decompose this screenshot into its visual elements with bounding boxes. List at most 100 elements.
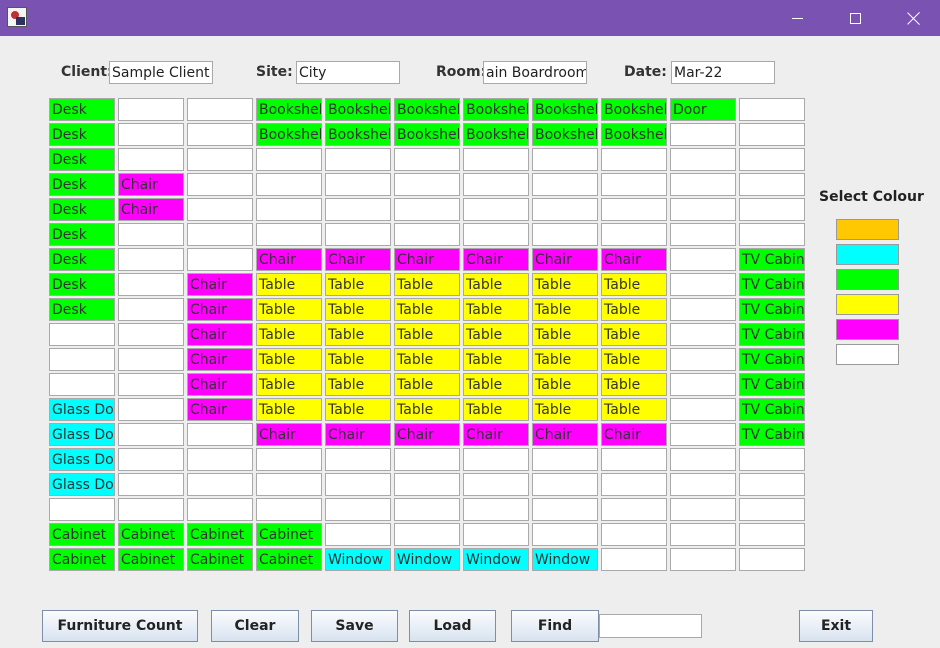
grid-cell[interactable] (325, 523, 391, 546)
grid-cell[interactable]: Table (256, 398, 322, 421)
grid-cell[interactable] (256, 173, 322, 196)
grid-cell[interactable] (670, 198, 736, 221)
grid-cell[interactable] (394, 223, 460, 246)
grid-cell[interactable]: Table (601, 273, 667, 296)
grid-cell[interactable] (739, 448, 805, 471)
grid-cell[interactable]: Chair (256, 423, 322, 446)
grid-cell[interactable] (49, 373, 115, 396)
grid-cell[interactable]: Table (463, 323, 529, 346)
grid-cell[interactable]: Glass Door (49, 448, 115, 471)
grid-cell[interactable] (463, 473, 529, 496)
grid-cell[interactable] (670, 373, 736, 396)
grid-cell[interactable] (601, 448, 667, 471)
grid-cell[interactable] (118, 298, 184, 321)
grid-cell[interactable]: Desk (49, 198, 115, 221)
grid-cell[interactable]: Chair (532, 248, 598, 271)
client-field[interactable]: Sample Client (109, 61, 213, 84)
grid-cell[interactable] (325, 223, 391, 246)
grid-cell[interactable] (601, 473, 667, 496)
grid-cell[interactable]: TV Cabinet (739, 398, 805, 421)
grid-cell[interactable]: Chair (463, 248, 529, 271)
grid-cell[interactable] (670, 323, 736, 346)
grid-cell[interactable]: Chair (187, 323, 253, 346)
maximize-button[interactable] (826, 0, 884, 36)
grid-cell[interactable]: Bookshelf (532, 98, 598, 121)
grid-cell[interactable]: Bookshelf (463, 123, 529, 146)
grid-cell[interactable]: Table (601, 323, 667, 346)
clear-button[interactable]: Clear (211, 610, 299, 642)
grid-cell[interactable]: Desk (49, 123, 115, 146)
grid-cell[interactable]: Table (601, 348, 667, 371)
grid-cell[interactable]: Chair (601, 248, 667, 271)
grid-cell[interactable]: Chair (118, 198, 184, 221)
grid-cell[interactable] (118, 98, 184, 121)
grid-cell[interactable]: Cabinet (187, 523, 253, 546)
grid-cell[interactable] (256, 473, 322, 496)
grid-cell[interactable] (325, 148, 391, 171)
grid-cell[interactable]: Chair (187, 273, 253, 296)
grid-cell[interactable]: Bookshelf (256, 123, 322, 146)
grid-cell[interactable]: Glass Door (49, 473, 115, 496)
grid-cell[interactable] (670, 398, 736, 421)
grid-cell[interactable] (739, 173, 805, 196)
grid-cell[interactable]: Window (463, 548, 529, 571)
grid-cell[interactable]: Table (532, 273, 598, 296)
grid-cell[interactable] (670, 348, 736, 371)
grid-cell[interactable]: Table (256, 373, 322, 396)
grid-cell[interactable] (394, 448, 460, 471)
grid-cell[interactable] (325, 173, 391, 196)
grid-cell[interactable]: Table (325, 373, 391, 396)
load-button[interactable]: Load (409, 610, 496, 642)
grid-cell[interactable]: Table (325, 348, 391, 371)
grid-cell[interactable]: TV Cabinet (739, 248, 805, 271)
grid-cell[interactable] (256, 148, 322, 171)
grid-cell[interactable]: Table (394, 373, 460, 396)
grid-cell[interactable]: Glass Door (49, 398, 115, 421)
grid-cell[interactable] (463, 448, 529, 471)
grid-cell[interactable] (325, 498, 391, 521)
minimize-button[interactable] (768, 0, 826, 36)
grid-cell[interactable] (463, 173, 529, 196)
grid-cell[interactable]: Bookshelf (325, 123, 391, 146)
grid-cell[interactable] (463, 523, 529, 546)
grid-cell[interactable]: Table (601, 398, 667, 421)
grid-cell[interactable] (256, 498, 322, 521)
grid-cell[interactable] (670, 523, 736, 546)
grid-cell[interactable]: Table (463, 398, 529, 421)
furniture-count-button[interactable]: Furniture Count (42, 610, 198, 642)
grid-cell[interactable] (601, 198, 667, 221)
grid-cell[interactable] (394, 523, 460, 546)
grid-cell[interactable]: Table (532, 298, 598, 321)
grid-cell[interactable]: Chair (601, 423, 667, 446)
grid-cell[interactable] (118, 448, 184, 471)
grid-cell[interactable]: Chair (118, 173, 184, 196)
grid-cell[interactable] (118, 323, 184, 346)
find-input[interactable] (599, 614, 702, 638)
grid-cell[interactable]: Bookshelf (601, 98, 667, 121)
grid-cell[interactable] (187, 148, 253, 171)
grid-cell[interactable] (670, 248, 736, 271)
grid-cell[interactable]: Chair (463, 423, 529, 446)
grid-cell[interactable]: Bookshelf (256, 98, 322, 121)
grid-cell[interactable] (670, 448, 736, 471)
grid-cell[interactable]: Door (670, 98, 736, 121)
grid-cell[interactable]: Table (394, 273, 460, 296)
grid-cell[interactable] (187, 448, 253, 471)
grid-cell[interactable] (325, 473, 391, 496)
grid-cell[interactable] (187, 498, 253, 521)
grid-cell[interactable]: Table (325, 298, 391, 321)
site-field[interactable]: City (296, 61, 400, 84)
grid-cell[interactable]: Window (394, 548, 460, 571)
grid-cell[interactable]: Table (532, 373, 598, 396)
grid-cell[interactable] (601, 548, 667, 571)
grid-cell[interactable] (49, 498, 115, 521)
grid-cell[interactable] (118, 498, 184, 521)
grid-cell[interactable]: Bookshelf (394, 123, 460, 146)
grid-cell[interactable] (256, 448, 322, 471)
grid-cell[interactable] (739, 548, 805, 571)
close-button[interactable] (884, 0, 940, 36)
grid-cell[interactable]: Cabinet (118, 523, 184, 546)
grid-cell[interactable] (601, 173, 667, 196)
grid-cell[interactable] (187, 223, 253, 246)
grid-cell[interactable]: Table (463, 373, 529, 396)
